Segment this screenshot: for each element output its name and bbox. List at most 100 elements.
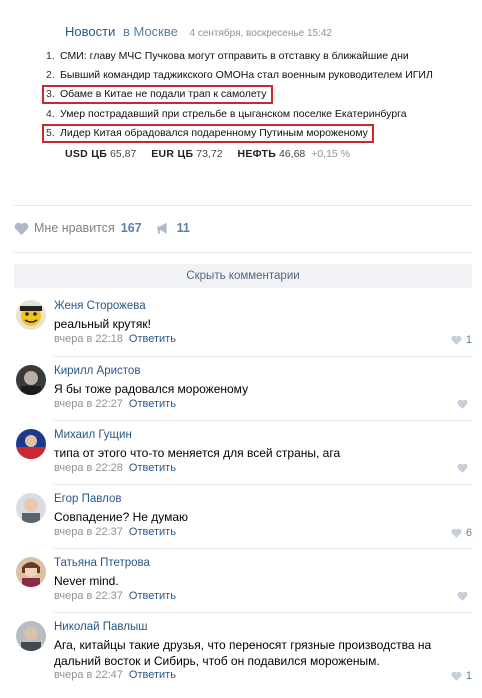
avatar[interactable]: [16, 365, 46, 395]
oil-change: +0,15 %: [311, 148, 351, 160]
news-item-highlighted[interactable]: 3. Обаме в Китае не подали трап к самолет…: [42, 85, 273, 104]
comment-like-button[interactable]: 6: [451, 527, 472, 539]
heart-icon: [457, 591, 468, 601]
like-button[interactable]: Мне нравится 167: [14, 221, 142, 235]
news-source-link[interactable]: Новости: [65, 24, 115, 39]
heart-icon: [457, 463, 468, 473]
comment: Николай Павлыш Ага, китайцы такие друзья…: [14, 621, 472, 691]
comment: Женя Сторожева реальный крутяк! вчера в …: [14, 300, 472, 355]
comment: Татьяна Птетрова Never mind. вчера в 22:…: [14, 557, 472, 607]
avatar[interactable]: [16, 300, 46, 330]
reply-button[interactable]: Ответить: [129, 398, 176, 410]
news-item[interactable]: 4. Умер пострадавший при стрельбе в цыган…: [46, 105, 407, 123]
comment-author[interactable]: Михаил Гущин: [54, 429, 132, 441]
eur-label: EUR ЦБ: [151, 148, 194, 160]
comment-meta: вчера в 22:37 Ответить: [54, 526, 176, 538]
news-widget: Новости в Москве 4 сентября, воскресенье…: [0, 0, 482, 178]
post-actions: Мне нравится 167 11: [14, 218, 204, 238]
comment-like-button[interactable]: [457, 591, 472, 601]
avatar[interactable]: [16, 557, 46, 587]
avatar[interactable]: [16, 429, 46, 459]
news-item-highlighted[interactable]: 5. Лидер Китая обрадовался подаренному Пу…: [42, 124, 374, 143]
news-item-text: Лидер Китая обрадовался подаренному Пути…: [60, 127, 368, 139]
divider: [54, 612, 472, 613]
avatar[interactable]: [16, 621, 46, 651]
comment-text: реальный крутяк!: [54, 317, 151, 331]
heart-icon: [457, 399, 468, 409]
comment-time[interactable]: вчера в 22:47: [54, 669, 123, 681]
comment-author[interactable]: Егор Павлов: [54, 493, 121, 505]
comment: Егор Павлов Совпадение? Не думаю вчера в…: [14, 493, 472, 543]
comment-meta: вчера в 22:27 Ответить: [54, 398, 176, 410]
comment-like-button[interactable]: [457, 463, 472, 473]
comment-author[interactable]: Кирилл Аристов: [54, 365, 140, 377]
eur-value: 73,72: [196, 148, 223, 160]
comment-like-count: 6: [465, 527, 472, 539]
comment-author[interactable]: Татьяна Птетрова: [54, 557, 150, 569]
heart-icon: [451, 528, 462, 538]
comment-text: Совпадение? Не думаю: [54, 510, 189, 524]
comment-text: Ага, китайцы такие друзья, что переносят…: [54, 638, 432, 668]
comment-like-button[interactable]: 1: [451, 334, 472, 346]
reply-button[interactable]: Ответить: [129, 333, 176, 345]
megaphone-icon: [156, 222, 167, 234]
comment-author[interactable]: Николай Павлыш: [54, 621, 147, 633]
comment-like-count: 1: [465, 334, 472, 346]
like-count: 167: [120, 221, 142, 235]
news-item-number: 3.: [46, 88, 55, 100]
news-item-text: Бывший командир таджикского ОМОНа стал в…: [60, 69, 433, 81]
divider: [54, 420, 472, 421]
comment-time[interactable]: вчера в 22:37: [54, 526, 123, 538]
comment-time[interactable]: вчера в 22:18: [54, 333, 123, 345]
comment-like-button[interactable]: 1: [451, 670, 472, 682]
heart-icon: [14, 222, 29, 235]
news-item-number: 4.: [46, 108, 55, 120]
reply-button[interactable]: Ответить: [129, 669, 176, 681]
like-label: Мне нравится: [34, 221, 115, 235]
comment-time[interactable]: вчера в 22:37: [54, 590, 123, 602]
comment-author[interactable]: Женя Сторожева: [54, 300, 146, 312]
heart-icon: [451, 671, 462, 681]
hide-comments-button[interactable]: Скрыть комментарии: [14, 264, 472, 288]
oil-label: НЕФТЬ: [237, 148, 277, 160]
divider: [54, 484, 472, 485]
divider: [54, 356, 472, 357]
comment-time[interactable]: вчера в 22:28: [54, 462, 123, 474]
comment-like-count: 1: [465, 670, 472, 682]
oil-value: 46,68: [279, 148, 306, 160]
comment-text: Never mind.: [54, 574, 119, 588]
share-count: 11: [176, 221, 190, 235]
comment-meta: вчера в 22:18 Ответить: [54, 333, 176, 345]
usd-label: USD ЦБ: [65, 148, 108, 160]
comment-text: Я бы тоже радовался мороженому: [54, 382, 249, 396]
news-item[interactable]: 2. Бывший командир таджикского ОМОНа стал…: [46, 66, 433, 84]
news-item-text: Обаме в Китае не подали трап к самолету: [60, 88, 267, 100]
comment: Кирилл Аристов Я бы тоже радовался морож…: [14, 365, 472, 415]
avatar[interactable]: [16, 493, 46, 523]
comment-meta: вчера в 22:37 Ответить: [54, 590, 176, 602]
comment-time[interactable]: вчера в 22:27: [54, 398, 123, 410]
news-item-number: 5.: [46, 127, 55, 139]
comment-meta: вчера в 22:47 Ответить: [54, 669, 176, 681]
currency-rates: USD ЦБ 65,87 EUR ЦБ 73,72 НЕФТЬ 46,68 +0…: [65, 148, 350, 160]
news-header: Новости в Москве 4 сентября, воскресенье…: [65, 24, 332, 39]
divider: [54, 548, 472, 549]
news-item[interactable]: 1. СМИ: главу МЧС Пучкова могут отправить…: [46, 47, 409, 65]
comment-text: типа от этого что-то меняется для всей с…: [54, 446, 341, 460]
divider: [14, 252, 472, 253]
reply-button[interactable]: Ответить: [129, 590, 176, 602]
news-date: 4 сентября, воскресенье 15:42: [189, 28, 332, 39]
comment-like-button[interactable]: [457, 399, 472, 409]
divider: [14, 205, 472, 206]
share-button[interactable]: 11: [156, 221, 190, 235]
news-item-text: СМИ: главу МЧС Пучкова могут отправить в…: [60, 50, 409, 62]
usd-value: 65,87: [110, 148, 137, 160]
news-item-text: Умер пострадавший при стрельбе в цыганск…: [60, 108, 407, 120]
news-location-link[interactable]: в Москве: [123, 24, 178, 39]
comment-meta: вчера в 22:28 Ответить: [54, 462, 176, 474]
heart-icon: [451, 335, 462, 345]
news-item-number: 1.: [46, 50, 55, 62]
news-item-number: 2.: [46, 69, 55, 81]
reply-button[interactable]: Ответить: [129, 462, 176, 474]
reply-button[interactable]: Ответить: [129, 526, 176, 538]
